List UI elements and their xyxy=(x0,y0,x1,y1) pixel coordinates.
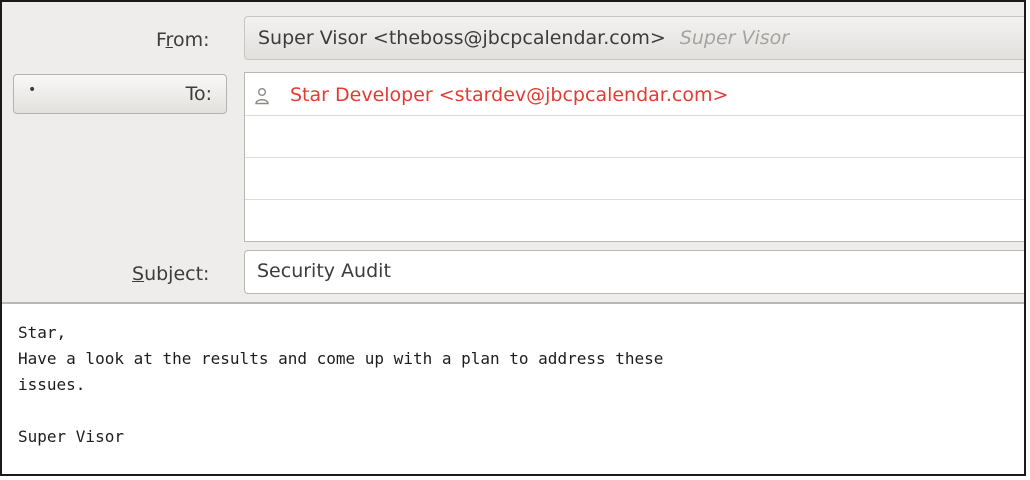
dropdown-indicator-icon: • xyxy=(28,82,37,98)
from-label: From: xyxy=(156,29,210,51)
compose-header: From: Super Visor <theboss@jbcpcalendar.… xyxy=(2,2,1024,304)
recipient-row-divider xyxy=(245,199,1024,200)
from-value: Super Visor <theboss@jbcpcalendar.com> xyxy=(258,27,666,49)
to-label: To: xyxy=(185,83,212,105)
body-line: Super Visor xyxy=(18,427,124,446)
subject-value: Security Audit xyxy=(257,260,391,282)
person-icon xyxy=(255,88,269,105)
body-line: Have a look at the results and come up w… xyxy=(18,349,664,368)
recipient-row-divider xyxy=(245,115,1024,116)
body-line: issues. xyxy=(18,375,86,394)
subject-label: Subject: xyxy=(132,263,210,285)
message-body[interactable]: Star, Have a look at the results and com… xyxy=(2,304,1024,474)
recipient-address: Star Developer <stardev@jbcpcalendar.com… xyxy=(290,84,729,106)
from-hint: Super Visor xyxy=(679,27,790,49)
compose-window: From: Super Visor <theboss@jbcpcalendar.… xyxy=(0,0,1026,476)
body-line: Star, xyxy=(18,323,67,342)
to-dropdown-button[interactable]: • To: xyxy=(13,74,227,114)
subject-field[interactable]: Security Audit xyxy=(244,250,1024,294)
recipient-list[interactable]: Star Developer <stardev@jbcpcalendar.com… xyxy=(244,72,1024,242)
from-field[interactable]: Super Visor <theboss@jbcpcalendar.com> Su… xyxy=(244,16,1024,60)
recipient-row-divider xyxy=(245,157,1024,158)
